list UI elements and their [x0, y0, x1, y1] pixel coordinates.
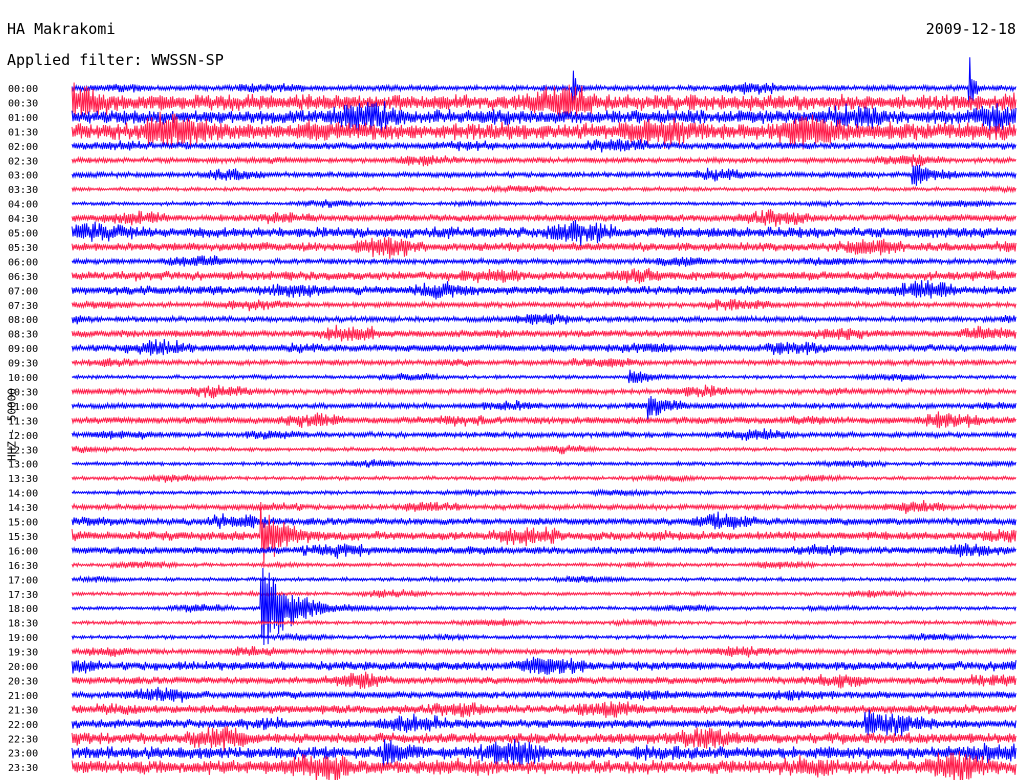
time-tick-label: 03:00 [8, 171, 38, 182]
seismic-trace [71, 656, 1017, 675]
seismic-trace [71, 154, 1017, 167]
seismic-trace [71, 57, 1017, 110]
time-tick-label: 03:30 [8, 185, 38, 196]
seismic-trace [71, 237, 1017, 259]
seismic-trace [71, 511, 1017, 530]
time-tick-label: 19:00 [8, 633, 38, 644]
time-tick-label: 08:00 [8, 315, 38, 326]
seismic-trace [71, 298, 1017, 312]
time-tick-label: 02:30 [8, 156, 38, 167]
time-tick-label: 01:00 [8, 113, 38, 124]
time-tick-label: 04:30 [8, 214, 38, 225]
time-tick-label: 18:30 [8, 619, 38, 630]
time-tick-label: 22:30 [8, 734, 38, 745]
seismic-trace [71, 219, 1017, 247]
seismic-trace [71, 543, 1017, 559]
time-tick-label: 05:30 [8, 243, 38, 254]
seismic-trace [71, 369, 1017, 384]
time-tick-label: 00:00 [8, 84, 38, 95]
time-tick-label: 14:00 [8, 489, 38, 500]
time-tick-label: 15:30 [8, 532, 38, 543]
seismic-trace [71, 267, 1017, 284]
seismic-trace [71, 589, 1017, 599]
seismic-trace [71, 324, 1017, 342]
time-tick-label: 13:30 [8, 474, 38, 485]
time-tick-label: 12:00 [8, 431, 38, 442]
seismic-trace [71, 255, 1017, 267]
seismic-trace [71, 395, 1017, 420]
time-tick-label: 19:30 [8, 648, 38, 659]
time-tick-label: 21:00 [8, 691, 38, 702]
time-tick-label: 10:30 [8, 387, 38, 398]
time-tick-label: 09:30 [8, 359, 38, 370]
seismic-trace [71, 357, 1017, 368]
seismic-trace [71, 709, 1017, 737]
time-tick-label: 23:30 [8, 763, 38, 774]
seismic-trace [71, 701, 1017, 718]
seismic-trace [71, 338, 1017, 356]
seismic-trace [71, 617, 1017, 628]
time-tick-label: 00:30 [8, 98, 38, 109]
time-tick-label: 10:00 [8, 373, 38, 384]
time-tick-label: 17:30 [8, 590, 38, 601]
time-tick-label: 06:00 [8, 257, 38, 268]
time-tick-label: 22:00 [8, 720, 38, 731]
time-tick-label: 11:00 [8, 402, 38, 413]
seismic-trace [71, 444, 1017, 455]
seismic-trace [71, 428, 1017, 441]
seismic-trace [71, 646, 1017, 658]
seismic-trace [71, 501, 1017, 564]
time-tick-label: 20:00 [8, 662, 38, 673]
seismic-trace [71, 313, 1017, 325]
time-tick-label: 02:00 [8, 142, 38, 153]
seismic-trace [71, 488, 1017, 498]
seismic-trace [71, 184, 1017, 194]
time-tick-label: 17:00 [8, 575, 38, 586]
time-tick-label: 23:00 [8, 749, 38, 760]
time-tick-label: 07:30 [8, 301, 38, 312]
time-tick-label: 01:30 [8, 127, 38, 138]
time-tick-label: 15:00 [8, 518, 38, 529]
time-tick-label: 18:00 [8, 604, 38, 615]
seismic-trace [71, 459, 1017, 469]
time-tick-label: 16:00 [8, 546, 38, 557]
time-tick-label: 21:30 [8, 705, 38, 716]
seismic-trace [71, 411, 1017, 429]
seismic-trace [71, 500, 1017, 515]
time-tick-label: 09:00 [8, 344, 38, 355]
seismic-trace [71, 574, 1017, 584]
time-tick-label: 06:30 [8, 272, 38, 283]
seismic-trace [71, 671, 1017, 690]
time-tick-label: 05:00 [8, 229, 38, 240]
seismic-trace [71, 280, 1017, 300]
time-tick-label: 20:30 [8, 676, 38, 687]
time-tick-label: 12:30 [8, 445, 38, 456]
time-tick-label: 13:00 [8, 460, 38, 471]
time-tick-label: 08:30 [8, 330, 38, 341]
seismic-trace [71, 164, 1017, 186]
time-tick-label: 11:30 [8, 416, 38, 427]
time-tick-label: 07:00 [8, 286, 38, 297]
time-tick-label: 04:00 [8, 200, 38, 211]
helicorder-plot: 00:00 00:30 01:00 01:30 02:00 02:30 03:00 03:30… [8, 57, 1017, 780]
seismic-trace [71, 686, 1017, 703]
seismic-trace [71, 560, 1017, 570]
seismic-trace [71, 632, 1017, 642]
time-tick-label: 14:30 [8, 503, 38, 514]
seismic-trace [71, 138, 1017, 153]
seismic-trace [71, 473, 1017, 483]
seismic-trace [71, 384, 1017, 399]
time-tick-label: 16:30 [8, 561, 38, 572]
seismic-trace [71, 209, 1017, 227]
seismic-trace [71, 199, 1017, 209]
